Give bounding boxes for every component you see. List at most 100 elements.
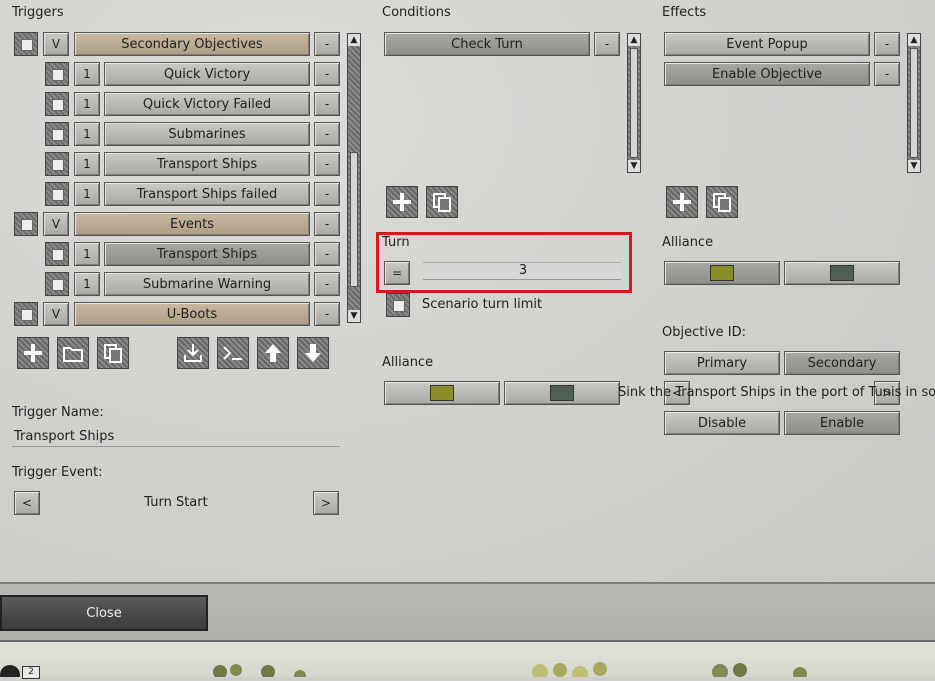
scroll-thumb[interactable] <box>910 48 918 158</box>
conditions-header: Conditions <box>382 5 451 20</box>
add-trigger-button[interactable] <box>17 337 49 369</box>
scroll-thumb[interactable] <box>350 152 358 287</box>
trigger-remove-button[interactable]: - <box>314 152 340 176</box>
alliance-swatch <box>550 385 574 401</box>
trigger-group-toggle-button[interactable]: V <box>43 212 69 236</box>
effect-alliance-1-button[interactable] <box>664 261 780 285</box>
trigger-item[interactable]: Transport Ships <box>104 242 310 266</box>
map-strip: 2 <box>0 640 935 681</box>
import-button[interactable] <box>177 337 209 369</box>
trigger-event-prev-button[interactable]: < <box>14 491 40 515</box>
condition-item-check-turn[interactable]: Check Turn <box>384 32 590 56</box>
trigger-remove-button[interactable]: - <box>314 182 340 206</box>
trigger-event-next-button[interactable]: > <box>313 491 339 515</box>
trigger-item[interactable]: Transport Ships <box>104 152 310 176</box>
add-folder-button[interactable] <box>57 337 89 369</box>
copy-trigger-button[interactable] <box>97 337 129 369</box>
trigger-remove-button[interactable]: - <box>314 272 340 296</box>
trigger-enable-checkbox[interactable] <box>45 62 69 86</box>
condition-alliance-2-button[interactable] <box>504 381 620 405</box>
objective-enable-button[interactable]: Enable <box>784 411 900 435</box>
trigger-enable-checkbox[interactable] <box>45 122 69 146</box>
trigger-remove-button[interactable]: - <box>314 92 340 116</box>
add-condition-button[interactable] <box>386 186 418 218</box>
trigger-repeat-button[interactable]: 1 <box>74 272 100 296</box>
effect-remove-button[interactable]: - <box>874 32 900 56</box>
effects-scrollbar[interactable]: ▲ ▼ <box>907 33 921 173</box>
trigger-enable-checkbox[interactable] <box>45 272 69 296</box>
scroll-down-icon[interactable]: ▼ <box>348 310 360 322</box>
trigger-event-label: Trigger Event: <box>12 465 103 480</box>
trigger-enable-checkbox[interactable] <box>45 152 69 176</box>
objective-secondary-button[interactable]: Secondary <box>784 351 900 375</box>
scenario-turn-limit-label: Scenario turn limit <box>422 297 543 312</box>
effect-alliance-label: Alliance <box>662 235 714 250</box>
trigger-remove-button[interactable]: - <box>314 242 340 266</box>
trigger-repeat-button[interactable]: 1 <box>74 242 100 266</box>
alliance-swatch <box>830 265 854 281</box>
scroll-up-icon[interactable]: ▲ <box>628 34 640 46</box>
copy-icon <box>713 193 731 212</box>
scroll-down-icon[interactable]: ▼ <box>908 160 920 172</box>
scroll-up-icon[interactable]: ▲ <box>908 34 920 46</box>
trigger-enable-checkbox[interactable] <box>45 92 69 116</box>
trigger-repeat-button[interactable]: 1 <box>74 122 100 146</box>
trigger-enable-checkbox[interactable] <box>45 242 69 266</box>
effect-item-event-popup[interactable]: Event Popup <box>664 32 870 56</box>
trigger-remove-button[interactable]: - <box>314 62 340 86</box>
trigger-repeat-button[interactable]: 1 <box>74 182 100 206</box>
scroll-thumb[interactable] <box>630 48 638 158</box>
condition-alliance-1-button[interactable] <box>384 381 500 405</box>
triggers-scrollbar[interactable]: ▲ ▼ <box>347 33 361 323</box>
trigger-name-input[interactable]: Transport Ships <box>12 429 340 447</box>
trigger-repeat-button[interactable]: 1 <box>74 152 100 176</box>
trigger-remove-button[interactable]: - <box>314 32 340 56</box>
plus-icon <box>393 193 411 211</box>
trigger-group-item[interactable]: Events <box>74 212 310 236</box>
trigger-editor-panel: Triggers V Secondary Objectives -1 Quick Vi… <box>0 0 935 582</box>
scroll-down-icon[interactable]: ▼ <box>628 160 640 172</box>
trigger-remove-button[interactable]: - <box>314 212 340 236</box>
trigger-item[interactable]: Transport Ships failed <box>104 182 310 206</box>
arrow-down-icon <box>305 344 321 362</box>
trigger-group-toggle-button[interactable]: V <box>43 302 69 326</box>
effect-item-enable-objective[interactable]: Enable Objective <box>664 62 870 86</box>
trigger-repeat-button[interactable]: 1 <box>74 92 100 116</box>
objective-disable-button[interactable]: Disable <box>664 411 780 435</box>
trigger-enable-checkbox[interactable] <box>14 212 38 236</box>
trigger-enable-checkbox[interactable] <box>14 302 38 326</box>
alliance-swatch <box>710 265 734 281</box>
conditions-scrollbar[interactable]: ▲ ▼ <box>627 33 641 173</box>
move-down-button[interactable] <box>297 337 329 369</box>
effects-header: Effects <box>662 5 707 20</box>
trigger-item[interactable]: Quick Victory Failed <box>104 92 310 116</box>
effect-remove-button[interactable]: - <box>874 62 900 86</box>
trigger-remove-button[interactable]: - <box>314 122 340 146</box>
badge: 2 <box>22 666 40 679</box>
trigger-enable-checkbox[interactable] <box>45 182 69 206</box>
trigger-group-toggle-button[interactable]: V <box>43 32 69 56</box>
trigger-group-item[interactable]: U-Boots <box>74 302 310 326</box>
highlight-box <box>376 232 632 293</box>
copy-effect-button[interactable] <box>706 186 738 218</box>
trigger-item[interactable]: Submarine Warning <box>104 272 310 296</box>
trigger-group-item[interactable]: Secondary Objectives <box>74 32 310 56</box>
close-button[interactable]: Close <box>0 595 208 631</box>
script-console-button[interactable] <box>217 337 249 369</box>
move-up-button[interactable] <box>257 337 289 369</box>
condition-remove-button[interactable]: - <box>594 32 620 56</box>
trigger-repeat-button[interactable]: 1 <box>74 62 100 86</box>
plus-icon <box>24 344 42 362</box>
trigger-item[interactable]: Submarines <box>104 122 310 146</box>
copy-condition-button[interactable] <box>426 186 458 218</box>
effect-alliance-2-button[interactable] <box>784 261 900 285</box>
copy-icon <box>433 193 451 212</box>
scroll-up-icon[interactable]: ▲ <box>348 34 360 46</box>
scenario-turn-limit-checkbox[interactable] <box>386 293 410 317</box>
add-effect-button[interactable] <box>666 186 698 218</box>
trigger-enable-checkbox[interactable] <box>14 32 38 56</box>
trigger-item[interactable]: Quick Victory <box>104 62 310 86</box>
objective-primary-button[interactable]: Primary <box>664 351 780 375</box>
trigger-remove-button[interactable]: - <box>314 302 340 326</box>
map-terrain-icon <box>0 662 807 681</box>
